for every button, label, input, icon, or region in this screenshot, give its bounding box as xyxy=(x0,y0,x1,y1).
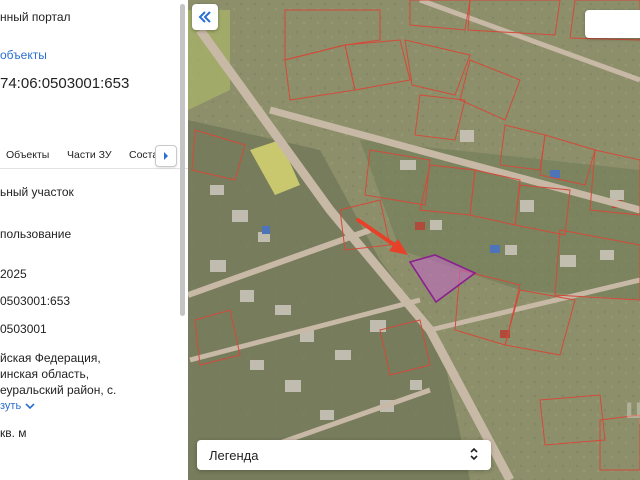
field-usage: пользование xyxy=(0,227,72,241)
legend-label: Легенда xyxy=(209,448,259,463)
tabs-scroll-right-button[interactable] xyxy=(155,145,177,167)
watermark: циан xyxy=(625,392,640,425)
chevron-right-icon xyxy=(164,152,168,160)
tab-objects[interactable]: Объекты xyxy=(6,149,49,161)
collapse-panel-button[interactable] xyxy=(192,4,218,30)
field-area-unit: кв. м xyxy=(0,426,27,440)
portal-title: нный портал xyxy=(0,10,71,24)
field-cadastral-number: 0503001:653 xyxy=(0,294,71,308)
field-year: 2025 xyxy=(0,267,27,281)
address-line-3: еуральский район, с. xyxy=(0,383,117,397)
up-down-chevron-icon xyxy=(470,447,478,461)
satellite-map[interactable]: циан xyxy=(188,0,640,480)
chevron-down-icon xyxy=(25,402,35,409)
address-line-1: йская Федерация, xyxy=(0,351,101,365)
objects-link[interactable]: объекты xyxy=(0,48,47,62)
legend-dropdown[interactable]: Легенда xyxy=(197,440,491,470)
field-quarter: 0503001 xyxy=(0,322,47,336)
tab-composition[interactable]: Соста xyxy=(129,149,158,161)
map-canvas xyxy=(188,0,640,480)
field-address: йская Федерация, инская область, еуральс… xyxy=(0,350,116,398)
show-more-label: зуть xyxy=(0,400,22,412)
panel-scrollbar[interactable] xyxy=(180,4,185,316)
double-chevron-left-icon xyxy=(198,11,211,23)
left-panel: нный портал объекты 74:06:0503001:653 Об… xyxy=(0,0,189,480)
tab-parts[interactable]: Части ЗУ xyxy=(67,149,112,161)
tab-bar: Объекты Части ЗУ Соста xyxy=(0,142,188,169)
address-line-2: инская область, xyxy=(0,367,90,381)
field-object-type: ьный участок xyxy=(0,185,74,199)
map-control-box[interactable] xyxy=(585,10,640,38)
cadastral-number-title: 74:06:0503001:653 xyxy=(0,75,130,92)
show-more-link[interactable]: зуть xyxy=(0,400,35,412)
